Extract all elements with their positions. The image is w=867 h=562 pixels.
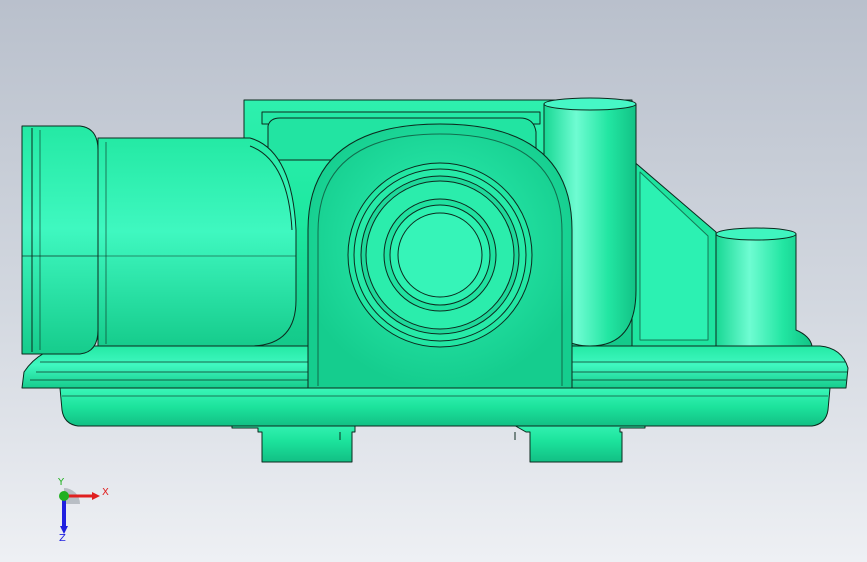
pipe-end-flange bbox=[21, 125, 99, 355]
part-geometry bbox=[21, 97, 849, 463]
left-pipe bbox=[97, 137, 297, 347]
base-flange bbox=[59, 387, 831, 427]
cad-part-model[interactable] bbox=[0, 0, 867, 562]
y-axis-icon bbox=[59, 491, 69, 501]
z-axis-label: Z bbox=[59, 533, 66, 544]
y-axis-label: Y bbox=[58, 477, 65, 488]
small-right-boss bbox=[715, 233, 813, 347]
cad-viewport[interactable]: X Y Z bbox=[0, 0, 867, 562]
bore-center bbox=[397, 212, 483, 298]
x-axis-label: X bbox=[102, 487, 109, 498]
axis-triad: X Y Z bbox=[40, 478, 120, 548]
